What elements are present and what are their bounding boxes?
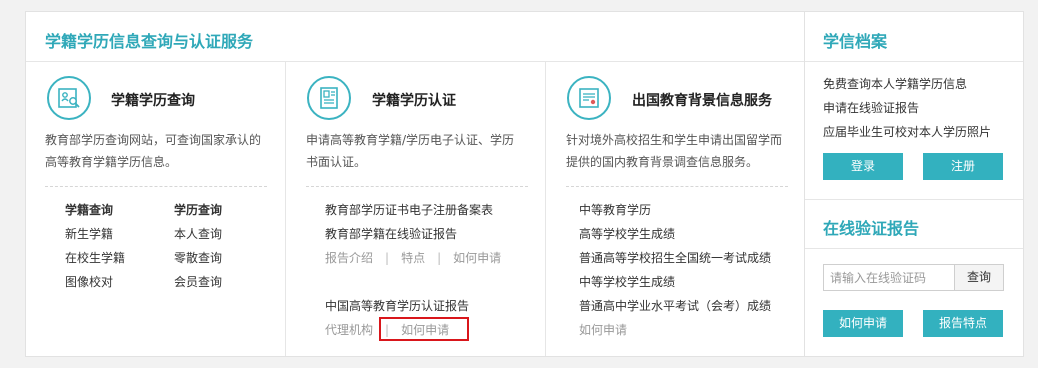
link-current-student-record[interactable]: 在校生学籍 (65, 249, 125, 266)
register-button[interactable]: 注册 (923, 153, 1003, 180)
id-card-search-icon (47, 76, 91, 120)
column-divider-2 (545, 62, 546, 356)
overseas-education-service-title[interactable]: 出国教育背景信息服务 (632, 90, 772, 110)
link-how-to-apply-3[interactable]: 如何申请 (579, 321, 627, 338)
main-title: 学籍学历信息查询与认证服务 (45, 32, 254, 51)
link-agency[interactable]: 代理机构 (325, 323, 373, 337)
query-button[interactable]: 查询 (954, 264, 1004, 291)
link-secondary-education-degree[interactable]: 中等教育学历 (579, 201, 651, 218)
link-student-record-query[interactable]: 学籍查询 (65, 201, 113, 218)
diploma-icon (567, 76, 611, 120)
archive-title: 学信档案 (823, 32, 888, 51)
student-record-query-desc-1: 教育部学历查询网站，可查询国家承认的 (45, 133, 262, 147)
column-3-dashed-divider (566, 186, 788, 187)
link-member-query[interactable]: 会员查询 (174, 273, 222, 290)
verify-title-divider (805, 248, 1023, 249)
archive-item-photo-check[interactable]: 应届毕业生可校对本人学历照片 (823, 123, 991, 140)
verification-code-input[interactable] (823, 264, 955, 291)
link-high-school-proficiency-exam[interactable]: 普通高中学业水平考试（会考）成绩 (579, 297, 771, 314)
certification-desc-1: 申请高等教育学籍/学历电子认证、学历 (306, 133, 515, 147)
link-china-degree-certification-report[interactable]: 中国高等教育学历认证报告 (325, 297, 469, 314)
separator: | (437, 251, 442, 265)
link-online-verification-report[interactable]: 教育部学籍在线验证报告 (325, 225, 457, 242)
link-single-query[interactable]: 零散查询 (174, 249, 222, 266)
how-to-apply-button[interactable]: 如何申请 (823, 310, 903, 337)
certification-desc-2: 书面认证。 (306, 155, 367, 169)
overseas-service-desc-2: 提供的国内教育背景调查信息服务。 (566, 155, 759, 169)
verification-report-sublinks: 报告介绍 | 特点 | 如何申请 (325, 249, 501, 266)
title-divider (26, 61, 804, 62)
login-button[interactable]: 登录 (823, 153, 903, 180)
link-personal-query[interactable]: 本人查询 (174, 225, 222, 242)
column-2-dashed-divider (306, 186, 528, 187)
link-national-college-exam-scores[interactable]: 普通高等学校招生全国统一考试成绩 (579, 249, 771, 266)
overseas-service-desc-1: 针对境外高校招生和学生申请出国留学而 (566, 133, 783, 147)
link-report-intro[interactable]: 报告介绍 (325, 251, 373, 265)
link-college-student-grades[interactable]: 高等学校学生成绩 (579, 225, 675, 242)
side-section-divider (805, 199, 1023, 200)
student-record-query-title[interactable]: 学籍学历查询 (111, 90, 195, 110)
report-features-button[interactable]: 报告特点 (923, 310, 1003, 337)
column-divider-1 (285, 62, 286, 356)
link-secondary-school-grades[interactable]: 中等学校学生成绩 (579, 273, 675, 290)
link-degree-query[interactable]: 学历查询 (174, 201, 222, 218)
archive-item-apply-report[interactable]: 申请在线验证报告 (823, 99, 919, 116)
link-image-check[interactable]: 图像校对 (65, 273, 113, 290)
link-features[interactable]: 特点 (401, 251, 425, 265)
separator: | (385, 251, 390, 265)
highlight-box (379, 317, 469, 341)
link-how-to-apply-1[interactable]: 如何申请 (453, 251, 501, 265)
student-record-query-desc-2: 高等教育学籍学历信息。 (45, 155, 178, 169)
verify-title: 在线验证报告 (823, 219, 920, 238)
certificate-document-icon (307, 76, 351, 120)
column-1-dashed-divider (45, 186, 267, 187)
link-new-student-record[interactable]: 新生学籍 (65, 225, 113, 242)
archive-item-free-query[interactable]: 免费查询本人学籍学历信息 (823, 75, 967, 92)
archive-title-divider (805, 61, 1023, 62)
link-degree-certificate-registration-form[interactable]: 教育部学历证书电子注册备案表 (325, 201, 493, 218)
side-panel (804, 11, 1024, 357)
student-record-certification-title[interactable]: 学籍学历认证 (372, 90, 456, 110)
